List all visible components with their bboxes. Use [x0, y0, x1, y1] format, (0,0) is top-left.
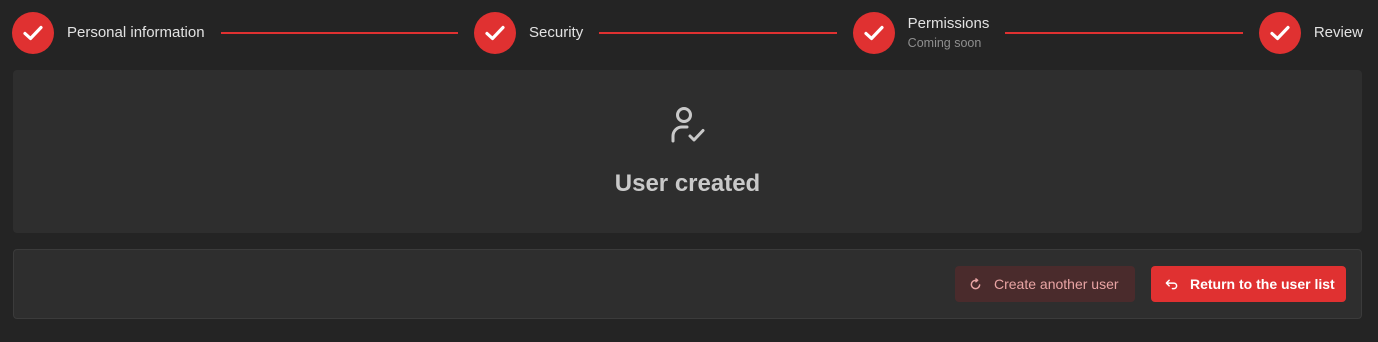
step-security[interactable]: Security [474, 12, 583, 54]
step-connector [599, 32, 837, 34]
step-completed-circle [12, 12, 54, 54]
check-icon [485, 25, 505, 41]
check-icon [1270, 25, 1290, 41]
check-icon [23, 25, 43, 41]
step-connector [220, 32, 459, 34]
step-label: Security [529, 24, 584, 41]
step-label: Personal information [67, 24, 205, 41]
button-label: Create another user [994, 276, 1119, 292]
step-completed-circle [1258, 12, 1301, 54]
refresh-icon [970, 277, 981, 289]
step-label: Permissions [907, 15, 990, 32]
step-connector [1005, 32, 1243, 34]
step-personal-information[interactable]: Personal information [12, 12, 205, 54]
button-label: Return to the user list [1190, 276, 1335, 292]
return-to-user-list-button[interactable]: Return to the user list [1151, 266, 1346, 302]
step-completed-circle [852, 12, 895, 54]
step-label: Review [1313, 24, 1363, 41]
check-icon [864, 25, 884, 41]
step-permissions[interactable]: Permissions Coming soon [852, 12, 990, 54]
action-bar: Create another user Return to the user l… [13, 249, 1362, 319]
return-arrow-icon [1165, 279, 1178, 290]
step-review[interactable]: Review [1258, 12, 1363, 54]
user-check-icon [671, 107, 704, 143]
stepper: Personal information Security Permission… [12, 10, 1363, 56]
step-completed-circle [474, 12, 517, 54]
create-another-user-button[interactable]: Create another user [955, 266, 1135, 302]
step-description: Coming soon [907, 36, 982, 50]
result-title: User created [614, 170, 761, 197]
result-panel: User created [13, 70, 1362, 233]
